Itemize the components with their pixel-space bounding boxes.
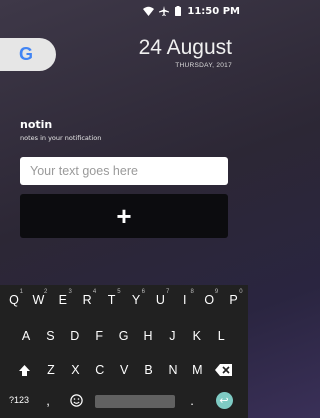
key-label: S [46, 329, 55, 343]
backspace-key[interactable] [210, 358, 236, 382]
key-label: W [32, 293, 45, 307]
keyboard: Q1W2E3R4T5Y6U7I8O9P0 ASDFGHJKL ZXCVBNM ?… [0, 285, 248, 418]
enter-key[interactable]: ↩ [209, 388, 239, 412]
key-label: C [95, 363, 105, 377]
period-key[interactable]: . [183, 388, 201, 412]
emoji-icon [69, 393, 83, 407]
key-l[interactable]: L [209, 323, 233, 349]
key-hint: 5 [117, 289, 121, 295]
key-label: Y [131, 293, 141, 307]
key-label: X [71, 363, 80, 377]
key-label: Q [9, 293, 19, 307]
google-logo-icon: G [18, 44, 33, 64]
key-label: L [217, 329, 225, 343]
status-time: 11:50 PM [187, 5, 240, 17]
key-j[interactable]: J [160, 323, 184, 349]
key-i[interactable]: I8 [173, 287, 197, 313]
add-note-button[interactable]: + [20, 194, 228, 238]
key-label: O [204, 293, 215, 307]
key-r[interactable]: R4 [75, 287, 99, 313]
battery-icon [175, 6, 182, 16]
key-label: T [107, 293, 116, 307]
key-label: E [58, 293, 67, 307]
key-m[interactable]: M [185, 357, 209, 383]
key-y[interactable]: Y6 [124, 287, 148, 313]
key-label: M [192, 363, 203, 377]
key-hint: 7 [166, 289, 170, 295]
key-b[interactable]: B [137, 357, 161, 383]
emoji-key[interactable] [64, 388, 88, 412]
status-bar: 11:50 PM [0, 0, 248, 22]
key-label: J [169, 329, 176, 343]
key-label: G [118, 329, 129, 343]
key-hint: 3 [68, 289, 72, 295]
note-text-input[interactable] [20, 157, 228, 185]
key-label: A [21, 329, 31, 343]
shift-icon [18, 364, 30, 376]
enter-icon: ↩ [215, 391, 233, 409]
key-hint: 9 [214, 289, 219, 295]
key-hint: 8 [190, 289, 194, 295]
key-p[interactable]: P0 [222, 287, 246, 313]
key-label: B [144, 363, 153, 377]
period-key-label: . [190, 392, 194, 408]
key-label: N [168, 363, 178, 377]
key-c[interactable]: C [88, 357, 112, 383]
date-widget-weekday: THURSDAY, 2017 [175, 62, 232, 69]
key-z[interactable]: Z [39, 357, 63, 383]
plus-icon: + [116, 201, 132, 231]
key-hint: 4 [92, 289, 97, 295]
key-hint: 6 [141, 289, 145, 295]
key-label: K [192, 329, 201, 343]
key-label: I [183, 293, 187, 307]
airplane-icon [159, 6, 170, 16]
date-widget-date[interactable]: 24 August [139, 36, 232, 60]
key-hint: 1 [19, 289, 23, 295]
key-label: F [95, 329, 103, 343]
key-k[interactable]: K [185, 323, 209, 349]
key-g[interactable]: G [112, 323, 136, 349]
app-title: notin [20, 118, 53, 131]
key-h[interactable]: H [136, 323, 160, 349]
key-label: R [82, 293, 92, 307]
key-x[interactable]: X [63, 357, 87, 383]
key-hint: 0 [239, 289, 243, 295]
key-v[interactable]: V [112, 357, 136, 383]
key-w[interactable]: W2 [26, 287, 50, 313]
key-label: U [155, 293, 165, 307]
app-subtitle: notes in your notification [20, 134, 102, 142]
comma-key-label: , [46, 392, 50, 408]
shift-key[interactable] [12, 358, 36, 382]
key-label: H [143, 329, 153, 343]
key-hint: 2 [44, 289, 48, 295]
key-f[interactable]: F [87, 323, 111, 349]
key-u[interactable]: U7 [148, 287, 172, 313]
backspace-icon [214, 364, 232, 376]
google-search-widget[interactable]: G [0, 38, 56, 71]
key-label: P [229, 293, 238, 307]
key-label: D [70, 329, 80, 343]
wifi-icon [143, 6, 155, 16]
key-e[interactable]: E3 [51, 287, 75, 313]
key-s[interactable]: S [38, 323, 62, 349]
key-label: Z [47, 363, 55, 377]
comma-key[interactable]: , [38, 388, 58, 412]
key-d[interactable]: D [63, 323, 87, 349]
key-n[interactable]: N [161, 357, 185, 383]
key-t[interactable]: T5 [100, 287, 124, 313]
key-q[interactable]: Q1 [2, 287, 26, 313]
key-a[interactable]: A [14, 323, 38, 349]
symbols-key[interactable]: ?123 [4, 388, 34, 412]
key-o[interactable]: O9 [197, 287, 221, 313]
space-key[interactable] [95, 395, 175, 408]
key-label: V [120, 363, 129, 377]
symbols-key-label: ?123 [8, 395, 30, 405]
